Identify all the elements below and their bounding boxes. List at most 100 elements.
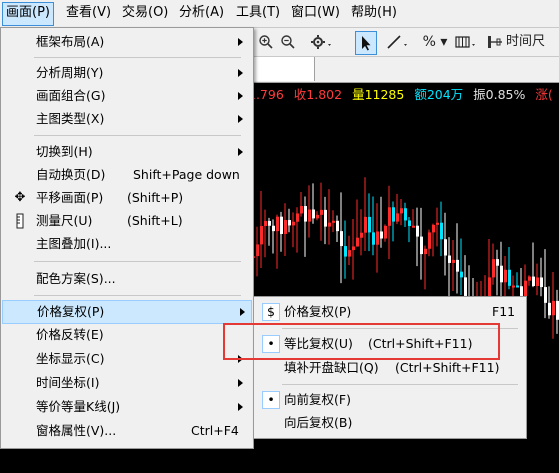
menu-item-measure-ruler[interactable]: 测量尺(U) (Shift+L)	[3, 210, 249, 232]
move-icon: ✥	[14, 190, 26, 205]
menu-view-screen[interactable]: 画面(P)	[2, 2, 54, 26]
submenu-item-fill-open-gap[interactable]: 填补开盘缺口(Q) (Ctrl+Shift+F11)	[256, 357, 524, 379]
candle-body	[416, 225, 419, 237]
candle-body	[420, 236, 423, 255]
candle-body	[308, 209, 311, 222]
menu-item-price-reverse[interactable]: 价格反转(E)	[3, 324, 249, 346]
candle-body	[272, 225, 275, 232]
submenu-item-price-adjust[interactable]: $ 价格复权(P) F11	[256, 301, 524, 323]
candle-body	[276, 216, 279, 232]
menu-divider	[34, 135, 241, 136]
candle-body	[316, 214, 319, 219]
candle-body	[344, 246, 347, 257]
zoom-out-icon[interactable]	[280, 31, 298, 53]
shortcut-label: (Shift+L)	[127, 213, 183, 228]
shortcut-label: (Shift+P)	[127, 190, 184, 205]
candle-body	[532, 276, 535, 287]
menu-item-color-scheme[interactable]: 配色方案(S)...	[3, 268, 249, 290]
menu-divider	[34, 261, 241, 262]
chevron-right-icon	[238, 115, 243, 123]
tab-strip	[248, 57, 559, 83]
shortcut-label: (Ctrl+Shift+F11)	[395, 360, 500, 375]
candle-body	[368, 216, 371, 233]
candle-body	[348, 250, 351, 257]
candle-body	[360, 232, 363, 238]
gear-icon[interactable]	[310, 31, 336, 53]
chevron-right-icon	[240, 308, 245, 316]
chevron-right-icon	[238, 403, 243, 411]
candle-body	[544, 287, 547, 303]
candle-body	[424, 248, 427, 255]
submenu-item-backward-adjust[interactable]: 向后复权(B)	[256, 412, 524, 434]
menu-item-coordinate-display[interactable]: 坐标显示(C)	[3, 348, 249, 370]
menu-item-pane-properties[interactable]: 窗格属性(V)... Ctrl+F4	[3, 420, 249, 442]
candle-body	[444, 239, 447, 256]
candle-body	[332, 220, 335, 223]
ruler-icon	[11, 212, 29, 230]
zoom-in-icon[interactable]	[258, 31, 276, 53]
menu-item-screen-combination[interactable]: 画面组合(G)	[3, 85, 249, 107]
candle-body	[428, 232, 431, 249]
menu-window[interactable]: 窗口(W)	[288, 2, 343, 24]
menu-item-analysis-period[interactable]: 分析周期(Y)	[3, 62, 249, 84]
menu-item-pan-screen[interactable]: ✥ 平移画面(P) (Shift+P)	[3, 187, 249, 209]
menu-view[interactable]: 查看(V)	[63, 2, 114, 24]
candle-body	[448, 255, 451, 263]
candle-body	[436, 222, 439, 225]
candle-body	[432, 224, 435, 233]
chevron-right-icon	[238, 38, 243, 46]
menu-item-frame-layout[interactable]: 框架布局(A)	[3, 31, 249, 53]
chevron-right-icon	[238, 92, 243, 100]
menu-item-main-chart-type[interactable]: 主图类型(X)	[3, 108, 249, 130]
candle-body	[352, 246, 355, 251]
menu-analysis[interactable]: 分析(A)	[176, 2, 227, 24]
menu-item-switch-to[interactable]: 切换到(H)	[3, 141, 249, 163]
candle-body	[376, 231, 379, 245]
candle-body	[516, 285, 519, 288]
candle-body	[336, 220, 339, 232]
menu-bar: 画面(P) 查看(V) 交易(O) 分析(A) 工具(T) 窗口(W) 帮助(H…	[0, 0, 559, 28]
percent-icon[interactable]: % ▾	[420, 31, 450, 53]
menu-item-price-adjust[interactable]: 价格复权(P)	[2, 300, 252, 324]
menu-trade[interactable]: 交易(O)	[119, 2, 171, 24]
chevron-right-icon	[238, 69, 243, 77]
menu-item-equivolume-kline[interactable]: 等价等量K线(J)	[3, 396, 249, 418]
line-tool-icon[interactable]	[386, 31, 414, 53]
candle-body	[536, 277, 539, 287]
candle-body	[540, 277, 543, 288]
candle-body	[284, 220, 287, 234]
menu-item-time-axis[interactable]: 时间坐标(I)	[3, 372, 249, 394]
chevron-right-icon	[238, 379, 243, 387]
menu-divider	[282, 384, 518, 385]
candle-body	[324, 209, 327, 227]
candle-body	[260, 226, 263, 245]
candle-body	[304, 206, 307, 222]
candle-body	[380, 231, 383, 239]
menu-item-auto-page[interactable]: 自动换页(D) Shift+Page down	[3, 164, 249, 186]
candle-body	[388, 207, 391, 226]
menu-item-main-overlay[interactable]: 主图叠加(I)...	[3, 233, 249, 255]
view-screen-menu: 框架布局(A) 分析周期(Y) 画面组合(G) 主图类型(X) 切换到(H) 自…	[0, 27, 254, 449]
candle-body	[300, 206, 303, 214]
candle-body	[504, 269, 507, 283]
menu-tools[interactable]: 工具(T)	[233, 2, 283, 24]
candle-body	[412, 225, 415, 228]
cursor-icon[interactable]	[355, 31, 377, 55]
menu-divider	[34, 295, 241, 296]
candle-body	[488, 277, 491, 297]
candle-body	[404, 208, 407, 221]
candle-body	[384, 225, 387, 239]
candle-body	[528, 276, 531, 281]
submenu-item-forward-adjust[interactable]: • 向前复权(F)	[256, 389, 524, 411]
candle-body	[396, 213, 399, 222]
candle-body	[520, 286, 523, 297]
dollar-icon: $	[262, 303, 280, 321]
grid-icon[interactable]	[454, 31, 482, 53]
candle-body	[512, 285, 515, 288]
menu-help[interactable]: 帮助(H)	[348, 2, 400, 24]
time-ruler-button[interactable]: 时间尺(T)	[506, 31, 559, 71]
candle-body	[356, 237, 359, 247]
active-tab[interactable]	[248, 57, 315, 81]
candle-body	[288, 220, 291, 226]
quote-amplitude: 振0.85%	[473, 87, 526, 102]
